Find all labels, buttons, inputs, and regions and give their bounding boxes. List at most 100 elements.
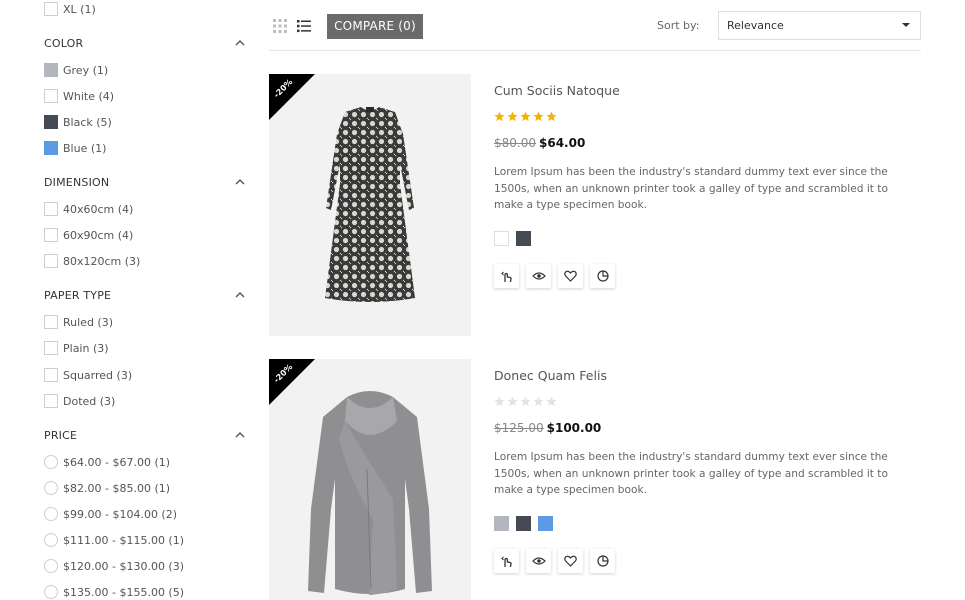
filter-price-range[interactable]: $111.00 - $115.00 (1) (44, 532, 184, 548)
chevron-up-icon[interactable] (234, 37, 246, 49)
color-swatch-blue[interactable] (538, 516, 553, 531)
filter-label: Blue (1) (63, 141, 107, 155)
filter-price-range[interactable]: $99.00 - $104.00 (2) (44, 506, 177, 522)
dimension-section-title[interactable]: DIMENSION (44, 176, 109, 189)
filter-label: XL (1) (63, 2, 96, 16)
checkbox[interactable] (44, 315, 58, 329)
checkbox[interactable] (44, 202, 58, 216)
price-section-title[interactable]: PRICE (44, 429, 77, 442)
color-swatch-blue[interactable] (44, 141, 58, 155)
grid-view-icon[interactable] (272, 18, 288, 34)
checkbox[interactable] (44, 368, 58, 382)
color-swatch-white[interactable] (44, 89, 58, 103)
product-colors (494, 516, 560, 531)
chevron-up-icon[interactable] (234, 176, 246, 188)
radio-button[interactable] (44, 507, 58, 521)
compare-icon[interactable] (590, 549, 615, 573)
current-price: $64.00 (539, 136, 586, 150)
filter-label: $64.00 - $67.00 (1) (63, 455, 171, 469)
checkbox[interactable] (44, 254, 58, 268)
filter-label: Plain (3) (63, 341, 109, 355)
star-icon (507, 396, 518, 407)
radio-button[interactable] (44, 481, 58, 495)
checkbox[interactable] (44, 228, 58, 242)
star-icon (520, 111, 531, 122)
filter-label: Squarred (3) (63, 368, 133, 382)
radio-button[interactable] (44, 455, 58, 469)
filter-dimension-40x60[interactable]: 40x60cm (4) (44, 201, 133, 217)
add-to-cart-icon[interactable] (494, 549, 519, 573)
filter-label: $99.00 - $104.00 (2) (63, 507, 178, 521)
filter-dimension-80x120[interactable]: 80x120cm (3) (44, 253, 140, 269)
product-name[interactable]: Donec Quam Felis (494, 368, 607, 383)
filter-price-range[interactable]: $135.00 - $155.00 (5) (44, 584, 184, 600)
filter-label: Black (5) (63, 115, 112, 129)
filter-color-black[interactable]: Black (5) (44, 114, 112, 130)
filter-label: White (4) (63, 89, 115, 103)
filter-color-grey[interactable]: Grey (1) (44, 62, 108, 78)
filter-paper-squarred[interactable]: Squarred (3) (44, 367, 132, 383)
product-name[interactable]: Cum Sociis Natoque (494, 83, 620, 98)
chevron-up-icon[interactable] (234, 289, 246, 301)
star-icon (494, 396, 505, 407)
product-image[interactable]: -20% (269, 74, 471, 336)
filter-color-white[interactable]: White (4) (44, 88, 114, 104)
old-price: $80.00 (494, 136, 536, 150)
rating-stars (494, 396, 559, 408)
product-actions (494, 264, 622, 288)
filter-paper-doted[interactable]: Doted (3) (44, 393, 115, 409)
wishlist-icon[interactable] (558, 549, 583, 573)
radio-button[interactable] (44, 559, 58, 573)
sort-select[interactable]: Relevance (718, 11, 921, 40)
filter-label: $82.00 - $85.00 (1) (63, 481, 171, 495)
product-price: $80.00 $64.00 (494, 136, 585, 150)
product-colors (494, 231, 538, 246)
radio-button[interactable] (44, 533, 58, 547)
filter-dimension-60x90[interactable]: 60x90cm (4) (44, 227, 133, 243)
quick-view-icon[interactable] (526, 549, 551, 573)
star-icon (494, 111, 505, 122)
filter-label: 40x60cm (4) (63, 202, 134, 216)
product-actions (494, 549, 622, 573)
star-icon (546, 396, 557, 407)
filter-label: Ruled (3) (63, 315, 114, 329)
filter-label: $135.00 - $155.00 (5) (63, 585, 185, 599)
color-swatch-grey[interactable] (494, 516, 509, 531)
filter-paper-plain[interactable]: Plain (3) (44, 340, 109, 356)
compare-button[interactable]: COMPARE (0) (327, 14, 423, 39)
paper-type-section-title[interactable]: PAPER TYPE (44, 289, 111, 302)
add-to-cart-icon[interactable] (494, 264, 519, 288)
star-icon (546, 111, 557, 122)
color-swatch-grey[interactable] (44, 63, 58, 77)
filter-price-range[interactable]: $64.00 - $67.00 (1) (44, 454, 170, 470)
color-swatch-white[interactable] (494, 231, 509, 246)
wishlist-icon[interactable] (558, 264, 583, 288)
radio-button[interactable] (44, 585, 58, 599)
product-description: Lorem Ipsum has been the industry's stan… (494, 166, 888, 211)
checkbox[interactable] (44, 341, 58, 355)
color-swatch-black[interactable] (516, 231, 531, 246)
filter-size-xl[interactable]: XL (1) (44, 1, 96, 17)
star-icon (520, 396, 531, 407)
product-card: -20% Donec Quam Felis $125.00 $100.00 Lor… (269, 359, 921, 600)
checkbox[interactable] (44, 394, 58, 408)
product-image[interactable]: -20% (269, 359, 471, 600)
old-price: $125.00 (494, 421, 544, 435)
filter-paper-ruled[interactable]: Ruled (3) (44, 314, 113, 330)
checkbox[interactable] (44, 2, 58, 16)
filter-price-range[interactable]: $120.00 - $130.00 (3) (44, 558, 184, 574)
filter-color-blue[interactable]: Blue (1) (44, 140, 106, 156)
compare-icon[interactable] (590, 264, 615, 288)
sort-select-value: Relevance (727, 19, 784, 32)
filter-label: 60x90cm (4) (63, 228, 134, 242)
product-description: Lorem Ipsum has been the industry's stan… (494, 451, 888, 496)
color-section-title[interactable]: COLOR (44, 37, 83, 50)
product-card: -20% Cum Sociis Natoque $80.00 $64.00 Lor… (269, 74, 921, 336)
filter-price-range[interactable]: $82.00 - $85.00 (1) (44, 480, 170, 496)
color-swatch-black[interactable] (44, 115, 58, 129)
caret-down-icon (902, 23, 910, 27)
quick-view-icon[interactable] (526, 264, 551, 288)
color-swatch-black[interactable] (516, 516, 531, 531)
list-view-icon[interactable] (296, 18, 312, 34)
chevron-up-icon[interactable] (234, 429, 246, 441)
